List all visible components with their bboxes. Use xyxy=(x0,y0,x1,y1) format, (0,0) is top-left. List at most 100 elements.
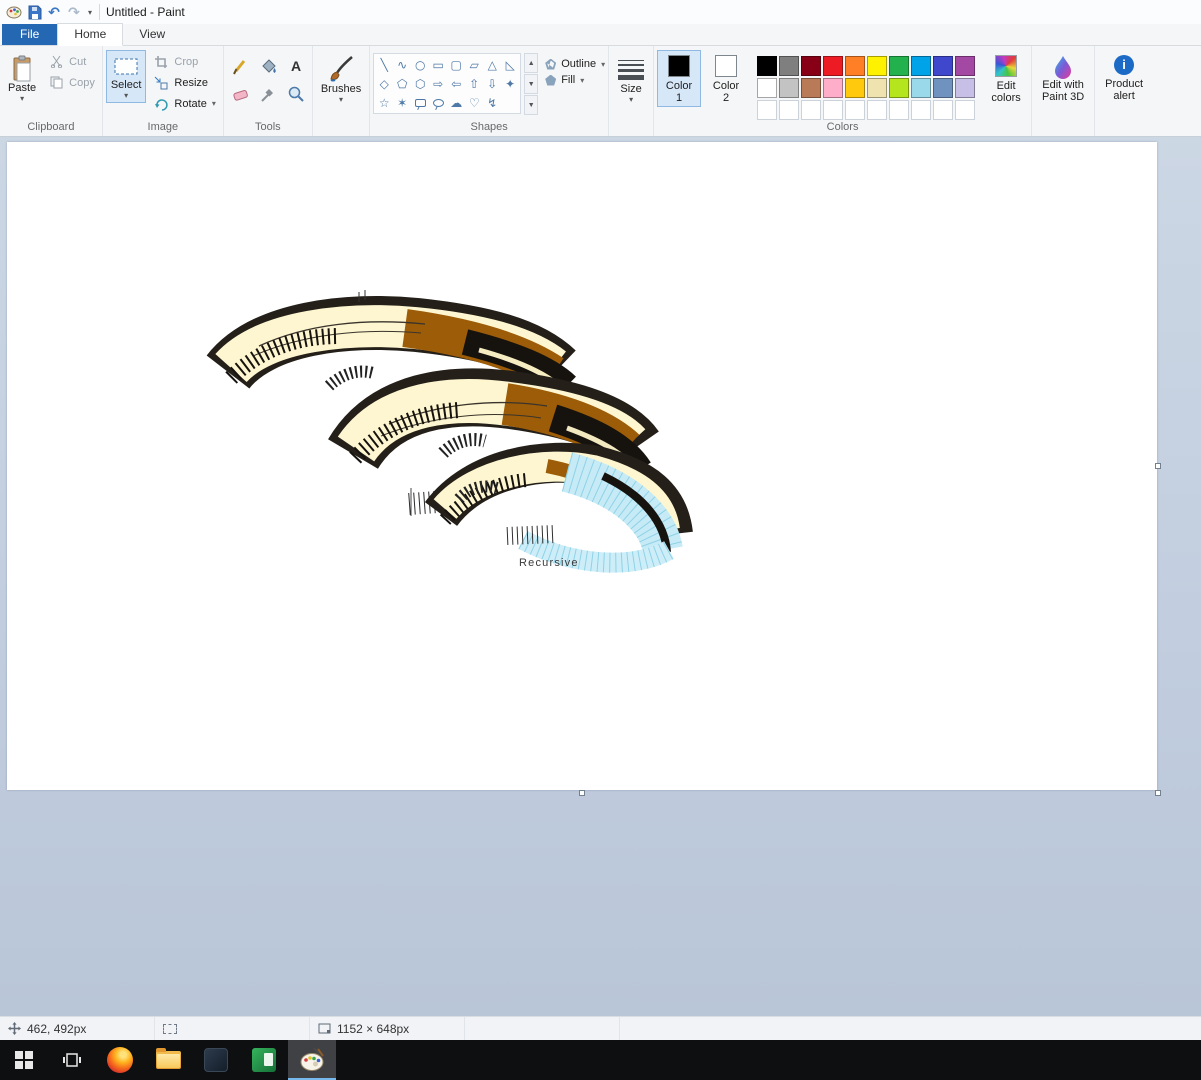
palette-swatch[interactable] xyxy=(955,78,975,98)
shape-right-arrow[interactable]: ⇨ xyxy=(429,74,447,93)
taskbar-paint-button[interactable] xyxy=(288,1040,336,1080)
shape-down-arrow[interactable]: ⇩ xyxy=(483,74,501,93)
cut-button[interactable]: Cut xyxy=(44,52,99,71)
shapes-gallery-expand-button[interactable]: ▼ xyxy=(524,95,538,115)
shape-right-triangle[interactable]: ◺ xyxy=(501,55,519,74)
shape-six-point-star[interactable]: ✶ xyxy=(393,93,411,112)
product-alert-button[interactable]: i Product alert xyxy=(1098,50,1150,105)
palette-empty-swatch[interactable] xyxy=(845,100,865,120)
drawing-canvas[interactable]: Recursive xyxy=(7,142,1157,790)
undo-button[interactable]: ↶ xyxy=(44,2,64,22)
taskbar-dark-app-button[interactable] xyxy=(192,1040,240,1080)
save-button[interactable] xyxy=(24,2,44,22)
palette-empty-swatch[interactable] xyxy=(867,100,887,120)
paste-button[interactable]: Paste ▾ xyxy=(3,50,41,106)
palette-swatch[interactable] xyxy=(933,56,953,76)
canvas-resize-handle-corner[interactable] xyxy=(1155,790,1161,796)
canvas-resize-handle-right[interactable] xyxy=(1155,463,1161,469)
palette-swatch[interactable] xyxy=(779,78,799,98)
taskbar-firefox-button[interactable] xyxy=(96,1040,144,1080)
palette-swatch[interactable] xyxy=(889,56,909,76)
brushes-button[interactable]: Brushes ▾ xyxy=(316,50,366,107)
tab-file[interactable]: File xyxy=(2,24,57,45)
shape-lightning[interactable]: ↯ xyxy=(483,93,501,112)
palette-empty-swatch[interactable] xyxy=(955,100,975,120)
outline-dropdown-arrow: ▾ xyxy=(601,60,605,69)
shape-up-arrow[interactable]: ⇧ xyxy=(465,74,483,93)
color-picker-tool-button[interactable] xyxy=(255,81,281,107)
taskbar-green-app-button[interactable] xyxy=(240,1040,288,1080)
text-tool-button[interactable]: A xyxy=(283,53,309,79)
palette-swatch[interactable] xyxy=(933,78,953,98)
tab-home[interactable]: Home xyxy=(57,23,123,46)
palette-empty-swatch[interactable] xyxy=(757,100,777,120)
shapes-scroll-down-button[interactable]: ▼ xyxy=(524,74,538,94)
outline-button[interactable]: Outline ▾ xyxy=(545,58,605,70)
shape-cloud-callout[interactable]: ☁ xyxy=(447,93,465,112)
shape-left-arrow[interactable]: ⇦ xyxy=(447,74,465,93)
paste-dropdown-arrow: ▾ xyxy=(20,95,24,103)
magnifier-tool-button[interactable] xyxy=(283,81,309,107)
shape-rectangle[interactable]: ▭ xyxy=(429,55,447,74)
eraser-tool-button[interactable] xyxy=(227,81,253,107)
tab-view[interactable]: View xyxy=(123,24,181,45)
shape-hexagon[interactable]: ⬡ xyxy=(411,74,429,93)
fill-button[interactable]: Fill ▾ xyxy=(545,74,605,86)
shape-rounded-callout[interactable] xyxy=(415,99,426,107)
taskbar-task-view-button[interactable] xyxy=(48,1040,96,1080)
shape-triangle[interactable]: △ xyxy=(483,55,501,74)
palette-empty-swatch[interactable] xyxy=(823,100,843,120)
edit-with-paint3d-button[interactable]: Edit with Paint 3D xyxy=(1035,50,1091,106)
shape-heart[interactable]: ♡ xyxy=(465,93,483,112)
taskbar-start-button[interactable] xyxy=(0,1040,48,1080)
artwork-text: Recursive xyxy=(519,557,579,569)
palette-empty-swatch[interactable] xyxy=(911,100,931,120)
rotate-dropdown-arrow: ▾ xyxy=(212,99,216,108)
shape-four-point-star[interactable]: ✦ xyxy=(501,74,519,93)
canvas-resize-handle-bottom[interactable] xyxy=(579,790,585,796)
palette-swatch[interactable] xyxy=(823,78,843,98)
palette-swatch[interactable] xyxy=(845,78,865,98)
taskbar-file-explorer-button[interactable] xyxy=(144,1040,192,1080)
shape-rounded-rectangle[interactable]: ▢ xyxy=(447,55,465,74)
crop-button[interactable]: Crop xyxy=(149,52,219,71)
palette-empty-swatch[interactable] xyxy=(779,100,799,120)
redo-button[interactable]: ↷ xyxy=(64,2,84,22)
shape-oval-callout[interactable] xyxy=(433,99,444,107)
palette-swatch[interactable] xyxy=(867,78,887,98)
shape-curve[interactable]: ∿ xyxy=(393,55,411,74)
select-button[interactable]: Select ▾ xyxy=(106,50,147,103)
shape-pentagon[interactable]: ⬠ xyxy=(393,74,411,93)
fill-tool-button[interactable] xyxy=(255,53,281,79)
color2-button[interactable]: Color 2 xyxy=(704,50,748,107)
palette-swatch[interactable] xyxy=(955,56,975,76)
palette-swatch[interactable] xyxy=(801,78,821,98)
palette-swatch[interactable] xyxy=(757,56,777,76)
color1-button[interactable]: Color 1 xyxy=(657,50,701,107)
palette-swatch[interactable] xyxy=(889,78,909,98)
shape-diamond[interactable]: ◇ xyxy=(375,74,393,93)
palette-swatch[interactable] xyxy=(911,56,931,76)
palette-swatch[interactable] xyxy=(801,56,821,76)
edit-colors-button[interactable]: Edit colors xyxy=(984,50,1028,107)
palette-empty-swatch[interactable] xyxy=(801,100,821,120)
size-button[interactable]: Size ▾ xyxy=(612,50,650,107)
palette-swatch[interactable] xyxy=(911,78,931,98)
palette-swatch[interactable] xyxy=(867,56,887,76)
copy-button[interactable]: Copy xyxy=(44,73,99,92)
pencil-tool-button[interactable] xyxy=(227,53,253,79)
shape-polygon[interactable]: ▱ xyxy=(465,55,483,74)
shape-five-point-star[interactable]: ☆ xyxy=(375,93,393,112)
resize-button[interactable]: Resize xyxy=(149,73,219,92)
shape-line[interactable]: ╲ xyxy=(375,55,393,74)
shape-oval[interactable]: ○ xyxy=(411,55,429,74)
palette-swatch[interactable] xyxy=(779,56,799,76)
palette-empty-swatch[interactable] xyxy=(933,100,953,120)
palette-swatch[interactable] xyxy=(823,56,843,76)
palette-swatch[interactable] xyxy=(757,78,777,98)
qat-customize-arrow[interactable]: ▾ xyxy=(84,8,96,17)
rotate-button[interactable]: Rotate ▾ xyxy=(149,94,219,113)
palette-empty-swatch[interactable] xyxy=(889,100,909,120)
palette-swatch[interactable] xyxy=(845,56,865,76)
shapes-scroll-up-button[interactable]: ▲ xyxy=(524,53,538,73)
